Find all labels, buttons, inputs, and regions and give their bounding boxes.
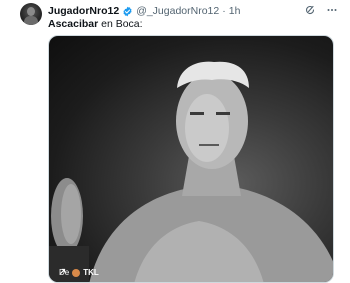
attribution-avatar xyxy=(72,268,81,277)
main-figure-right-eye xyxy=(216,112,230,115)
tweet[interactable]: JugadorNro12 @_JugadorNro12 · 1h Ascacib… xyxy=(0,0,350,283)
media-attribution[interactable]: De TKL xyxy=(59,268,102,277)
tweet-header: JugadorNro12 @_JugadorNro12 · 1h xyxy=(48,3,240,19)
attribution-name[interactable]: TKL xyxy=(83,268,99,277)
user-handle[interactable]: @_JugadorNro12 xyxy=(136,5,219,17)
separator-dot: · xyxy=(222,5,226,17)
avatar-body-shape xyxy=(24,16,38,25)
grok-icon[interactable] xyxy=(304,4,316,16)
tweet-text-rest: en Boca: xyxy=(98,18,143,30)
main-figure-face xyxy=(185,94,229,162)
main-figure-mouth xyxy=(199,144,219,146)
user-avatar[interactable] xyxy=(20,3,42,25)
tweet-text-bold: Ascacibar xyxy=(48,18,99,30)
verified-badge-icon xyxy=(122,6,133,17)
tweet-text: Ascacibar en Boca: xyxy=(48,18,143,30)
background-figure-face xyxy=(61,184,81,244)
background-figure-body xyxy=(49,246,89,282)
video-thumbnail[interactable]: De TKL xyxy=(48,35,334,283)
tweet-actions-top xyxy=(304,4,338,16)
more-options-icon[interactable] xyxy=(326,4,338,16)
display-name[interactable]: JugadorNro12 xyxy=(48,5,119,17)
avatar-head-shape xyxy=(27,7,35,16)
main-figure-left-eye xyxy=(190,112,204,115)
video-frame-illustration xyxy=(49,61,333,282)
tweet-timestamp[interactable]: 1h xyxy=(229,5,241,17)
